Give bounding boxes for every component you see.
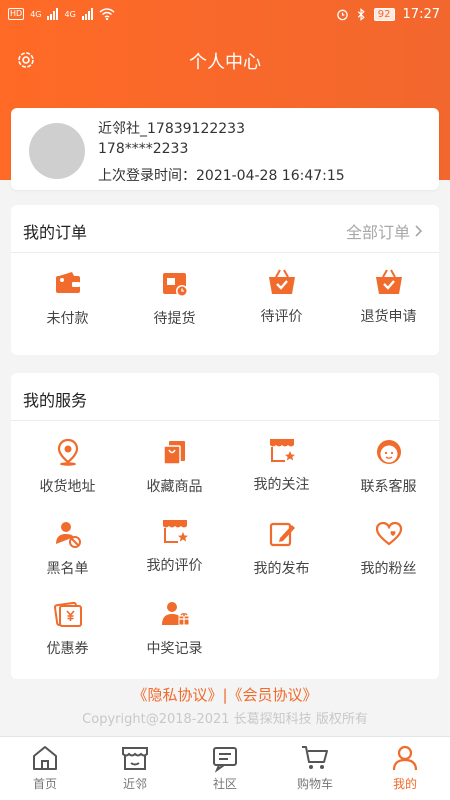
service-support-label: 联系客服 xyxy=(360,479,417,495)
order-unpaid[interactable]: 未付款 xyxy=(14,269,121,328)
status-bar: HD 4G 4G 92 17:27 xyxy=(0,0,450,32)
customer-service-icon xyxy=(376,440,401,464)
privacy-agreement-link[interactable]: 《隐私协议》 xyxy=(132,686,222,704)
all-orders-link[interactable]: 全部订单 xyxy=(346,219,423,243)
location-pin-icon xyxy=(57,438,78,466)
heart-icon xyxy=(375,521,402,546)
service-coupons-label: 优惠券 xyxy=(46,641,89,657)
service-coupons[interactable]: 优惠券 xyxy=(14,599,121,658)
home-icon xyxy=(33,746,57,770)
tab-home-label: 首页 xyxy=(32,777,57,791)
service-address[interactable]: 收货地址 xyxy=(14,437,121,496)
prize-user-icon xyxy=(161,602,189,626)
bluetooth-icon xyxy=(357,8,365,21)
hd-tag: HD xyxy=(8,8,25,20)
pickup-box-icon xyxy=(162,273,188,297)
services-title: 我的服务 xyxy=(23,391,88,410)
profile-card[interactable]: 近邻社_17839122233 178****2233 上次登录时间：2021-… xyxy=(11,108,439,190)
status-time: 17:27 xyxy=(402,7,440,22)
service-my-fans-label: 我的粉丝 xyxy=(360,561,417,577)
member-agreement-link[interactable]: 《会员协议》 xyxy=(228,686,318,704)
tab-nearby-label: 近邻 xyxy=(122,777,147,791)
basket-check-icon xyxy=(268,269,295,294)
status-left: HD 4G 4G xyxy=(8,8,115,20)
service-prize-records-label: 中奖记录 xyxy=(146,641,203,657)
service-my-reviews[interactable]: 我的评价 xyxy=(121,516,228,575)
alarm-icon xyxy=(337,9,348,21)
status-right: 92 17:27 xyxy=(336,7,440,22)
service-favorites[interactable]: 收藏商品 xyxy=(121,437,228,496)
battery-indicator: 92 xyxy=(373,8,395,21)
service-my-fans[interactable]: 我的粉丝 xyxy=(335,519,442,578)
tab-community-label: 社区 xyxy=(212,777,237,791)
order-pickup[interactable]: 待提货 xyxy=(121,269,228,328)
service-following-label: 我的关注 xyxy=(253,477,310,493)
tab-mine[interactable]: 我的 xyxy=(360,743,450,792)
network-4g-label-2: 4G xyxy=(64,9,76,19)
signal-icon-2 xyxy=(81,8,93,20)
service-favorites-label: 收藏商品 xyxy=(146,479,203,495)
agreement-links: 《隐私协议》|《会员协议》 xyxy=(0,684,450,705)
store-icon xyxy=(122,747,148,770)
tab-mine-label: 我的 xyxy=(392,777,417,791)
copyright-text: Copyright@2018-2021 长葛探知科技 版权所有 xyxy=(82,712,368,727)
service-following[interactable]: 我的关注 xyxy=(228,435,335,494)
edit-icon xyxy=(269,522,295,547)
coupon-icon xyxy=(53,601,82,627)
tab-nearby[interactable]: 近邻 xyxy=(90,743,180,792)
orders-title: 我的订单 xyxy=(23,223,88,242)
service-my-reviews-label: 我的评价 xyxy=(146,558,203,574)
service-blacklist-label: 黑名单 xyxy=(46,561,89,577)
service-blacklist[interactable]: 黑名单 xyxy=(14,519,121,578)
order-review[interactable]: 待评价 xyxy=(228,267,335,326)
wallet-icon xyxy=(55,272,80,293)
service-support[interactable]: 联系客服 xyxy=(335,437,442,496)
service-prize-records[interactable]: 中奖记录 xyxy=(121,599,228,658)
orders-header: 我的订单 全部订单 xyxy=(11,205,439,253)
shop-star-icon xyxy=(269,439,295,462)
bag-icon xyxy=(162,441,185,465)
bottom-tab-bar: 首页 近邻 社区 购物车 我的 xyxy=(0,736,450,800)
signal-icon xyxy=(47,8,59,20)
profile-last-login: 上次登录时间：2021-04-28 16:47:15 xyxy=(98,168,345,184)
wifi-icon xyxy=(99,8,115,20)
community-icon xyxy=(213,747,237,773)
orders-section: 我的订单 全部订单 未付款 待提货 待评价 退货申请 xyxy=(11,205,439,355)
network-4g-label: 4G xyxy=(30,9,42,19)
service-my-posts[interactable]: 我的发布 xyxy=(228,519,335,578)
order-unpaid-label: 未付款 xyxy=(46,311,89,327)
service-address-label: 收货地址 xyxy=(39,479,96,495)
order-review-label: 待评价 xyxy=(260,309,303,325)
tab-community[interactable]: 社区 xyxy=(180,743,270,792)
avatar[interactable] xyxy=(29,123,85,179)
tab-cart[interactable]: 购物车 xyxy=(270,743,360,792)
shop-review-icon xyxy=(162,520,188,543)
all-orders-label: 全部订单 xyxy=(345,223,410,242)
basket-return-icon xyxy=(375,269,402,294)
user-icon xyxy=(392,745,418,771)
profile-name: 近邻社_17839122233 xyxy=(98,121,245,137)
service-my-posts-label: 我的发布 xyxy=(253,561,310,577)
order-return-label: 退货申请 xyxy=(360,309,417,325)
cart-icon xyxy=(302,746,328,769)
order-pickup-label: 待提货 xyxy=(153,311,196,327)
tab-home[interactable]: 首页 xyxy=(0,743,90,792)
order-return[interactable]: 退货申请 xyxy=(335,267,442,326)
block-user-icon xyxy=(55,522,81,548)
page-title: 个人中心 xyxy=(189,52,261,73)
chevron-right-icon xyxy=(415,225,423,237)
services-section: 我的服务 收货地址 收藏商品 我的关注 联系客服 黑名单 我的评价 我的发布 我… xyxy=(11,373,439,679)
tab-cart-label: 购物车 xyxy=(296,777,333,791)
services-header: 我的服务 xyxy=(11,373,439,421)
profile-phone: 178****2233 xyxy=(98,141,189,157)
